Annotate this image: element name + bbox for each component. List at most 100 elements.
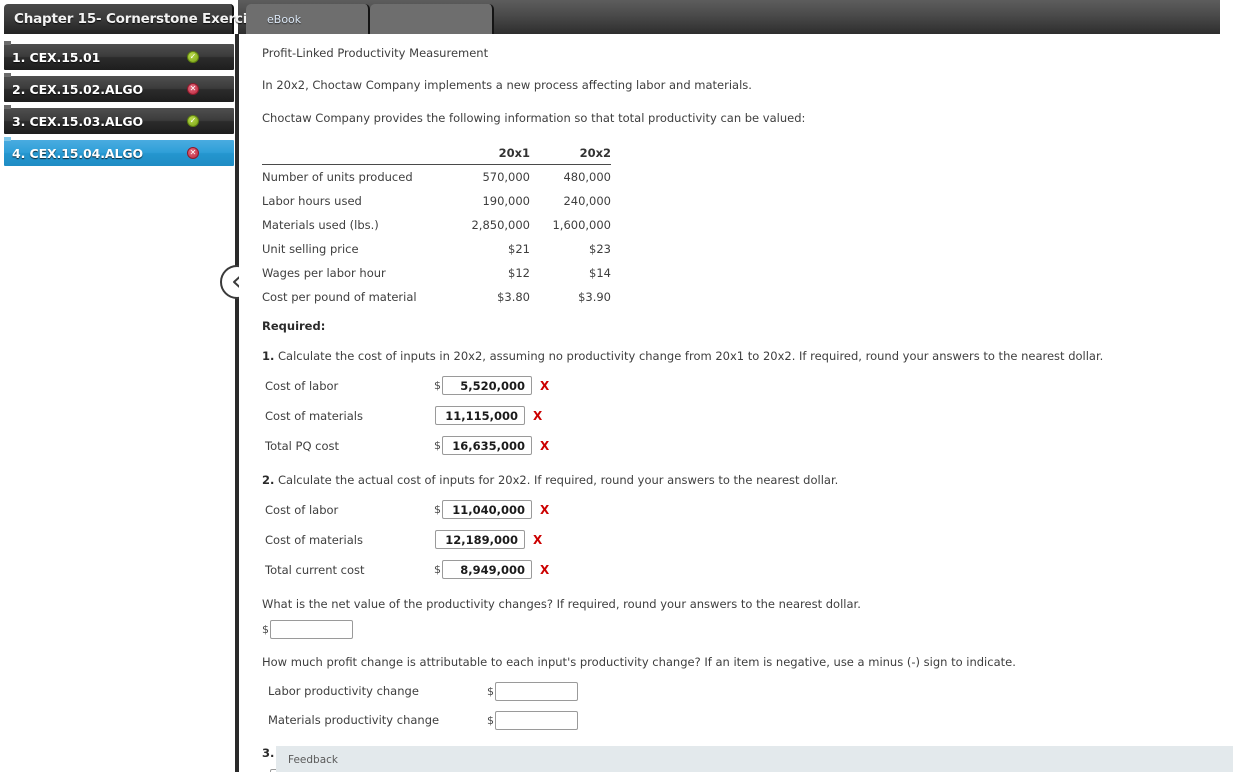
- currency-prefix: $: [262, 622, 269, 636]
- answer-label: Cost of labor: [265, 378, 339, 393]
- row-label: Cost per pound of material: [262, 290, 417, 305]
- row-value-20x1: 190,000: [482, 194, 530, 209]
- incorrect-mark-icon: X: [533, 532, 543, 547]
- incorrect-mark-icon: X: [540, 502, 550, 517]
- row-value-20x2: $23: [589, 242, 611, 257]
- row-value-20x1: 2,850,000: [471, 218, 530, 233]
- question-1-body: Calculate the cost of inputs in 20x2, as…: [274, 349, 1104, 364]
- currency-prefix: $: [434, 379, 441, 393]
- answer-label: Cost of labor: [265, 502, 339, 517]
- tab-bar: eBook: [246, 4, 494, 34]
- given-data-table: 20x1 20x2 Number of units produced 570,0…: [262, 141, 611, 309]
- answer-row: Materials productivity change $: [262, 710, 1233, 730]
- currency-prefix: $: [434, 563, 441, 576]
- tab-ebook[interactable]: eBook: [246, 4, 370, 34]
- materials-productivity-change-input[interactable]: [495, 710, 578, 730]
- intro-paragraph-1: In 20x2, Choctaw Company implements a ne…: [262, 78, 752, 93]
- answer-label: Total PQ cost: [265, 438, 340, 453]
- cost-of-materials-input[interactable]: 11,115,000: [435, 406, 525, 426]
- row-label: Materials used (lbs.): [262, 218, 379, 233]
- incorrect-mark-icon: X: [540, 378, 550, 393]
- answer-row: Cost of labor $ 11,040,000 X: [262, 500, 1233, 519]
- table-header-blank: [262, 141, 458, 166]
- answer-row: Cost of materials 11,115,000 X: [262, 406, 1233, 426]
- answer-row: Cost of materials 12,189,000 X: [262, 530, 1233, 549]
- currency-prefix: $: [434, 439, 441, 453]
- status-error-icon: ✕: [187, 83, 199, 95]
- chapter-title-tab[interactable]: Chapter 15- Cornerstone Exercises: [4, 4, 272, 34]
- content-heading: Profit-Linked Productivity Measurement: [262, 46, 489, 60]
- question-2-number: 2.: [262, 473, 275, 488]
- answer-row: Cost of labor $ 5,520,000 X: [262, 376, 1233, 396]
- table-header-row: 20x1 20x2: [262, 141, 611, 166]
- exercise-page: Chapter 15- Cornerstone Exercises eBook …: [0, 0, 1233, 772]
- tab-secondary[interactable]: [370, 4, 494, 34]
- feedback-panel[interactable]: Feedback: [276, 746, 1233, 772]
- incorrect-mark-icon: X: [533, 408, 543, 423]
- row-label: Number of units produced: [262, 170, 413, 185]
- row-value-20x1: $3.80: [497, 290, 530, 305]
- sidebar-item-notch: [4, 73, 11, 77]
- sidebar-item-notch: [4, 105, 11, 109]
- answer-row: Total current cost $ 8,949,000 X: [262, 560, 1233, 579]
- currency-prefix: $: [434, 503, 441, 516]
- tab-ebook-label: eBook: [267, 12, 302, 26]
- row-value-20x2: 240,000: [563, 194, 611, 209]
- answer-row: Total PQ cost $ 16,635,000 X: [262, 436, 1233, 456]
- row-value-20x1: $21: [508, 242, 530, 257]
- actual-cost-of-materials-input[interactable]: 12,189,000: [435, 530, 525, 549]
- row-value-20x2: 480,000: [563, 170, 611, 185]
- sidebar-item-label: 3. CEX.15.03.ALGO: [12, 113, 144, 129]
- sidebar-item-2[interactable]: 2. CEX.15.02.ALGO ✕: [4, 73, 234, 102]
- required-label: Required:: [262, 319, 326, 334]
- answer-label: Cost of materials: [265, 408, 363, 423]
- attribution-question: How much profit change is attributable t…: [262, 654, 1016, 669]
- net-value-question: What is the net value of the productivit…: [262, 597, 861, 611]
- row-label: Wages per labor hour: [262, 266, 386, 281]
- status-ok-icon: ✓: [187, 115, 199, 127]
- table-row: Labor hours used 190,000 240,000: [262, 189, 611, 213]
- currency-prefix: $: [487, 684, 494, 698]
- row-label: Unit selling price: [262, 242, 359, 257]
- row-value-20x1: $12: [508, 266, 530, 281]
- row-value-20x2: 1,600,000: [552, 218, 611, 233]
- currency-prefix: $: [487, 713, 494, 727]
- table-row: Number of units produced 570,000 480,000: [262, 165, 611, 190]
- answer-row: Labor productivity change $: [262, 681, 1233, 701]
- table-row: Wages per labor hour $12 $14: [262, 261, 611, 285]
- intro-paragraph-2: Choctaw Company provides the following i…: [262, 110, 806, 125]
- feedback-label: Feedback: [288, 753, 339, 766]
- total-pq-cost-input[interactable]: 16,635,000: [442, 436, 532, 456]
- net-value-row: $: [262, 619, 1233, 639]
- sidebar: 1. CEX.15.01 ✓ 2. CEX.15.02.ALGO ✕ 3. CE…: [0, 34, 238, 772]
- sidebar-item-notch: [4, 41, 11, 45]
- labor-productivity-change-input[interactable]: [495, 681, 578, 701]
- row-label: Labor hours used: [262, 194, 362, 209]
- status-error-icon: ✕: [187, 147, 199, 159]
- sidebar-item-label: 4. CEX.15.04.ALGO: [12, 145, 144, 161]
- answer-label: Cost of materials: [265, 532, 363, 547]
- sidebar-item-notch: [4, 137, 11, 141]
- incorrect-mark-icon: X: [540, 562, 550, 577]
- row-value-20x2: $14: [589, 266, 611, 281]
- incorrect-mark-icon: X: [540, 438, 550, 453]
- sidebar-item-4[interactable]: 4. CEX.15.04.ALGO ✕: [4, 137, 234, 166]
- sidebar-item-1[interactable]: 1. CEX.15.01 ✓: [4, 41, 234, 70]
- table-row: Cost per pound of material $3.80 $3.90: [262, 285, 611, 309]
- status-ok-icon: ✓: [187, 51, 199, 63]
- table-row: Materials used (lbs.) 2,850,000 1,600,00…: [262, 213, 611, 237]
- page-title: Chapter 15- Cornerstone Exercises: [14, 11, 272, 27]
- question-3-number: 3.: [262, 745, 275, 760]
- question-1-number: 1.: [262, 349, 275, 364]
- sidebar-item-label: 1. CEX.15.01: [12, 49, 101, 65]
- answer-label: Labor productivity change: [268, 684, 419, 699]
- question-2-text: 2. Calculate the actual cost of inputs f…: [262, 473, 1233, 488]
- answer-label: Materials productivity change: [268, 713, 440, 728]
- cost-of-labor-input[interactable]: 5,520,000: [442, 376, 532, 396]
- sidebar-item-label: 2. CEX.15.02.ALGO: [12, 81, 144, 97]
- total-current-cost-input[interactable]: 8,949,000: [442, 560, 532, 579]
- net-value-input[interactable]: [270, 619, 353, 639]
- sidebar-item-3[interactable]: 3. CEX.15.03.ALGO ✓: [4, 105, 234, 134]
- table-row: Unit selling price $21 $23: [262, 237, 611, 261]
- actual-cost-of-labor-input[interactable]: 11,040,000: [442, 500, 532, 519]
